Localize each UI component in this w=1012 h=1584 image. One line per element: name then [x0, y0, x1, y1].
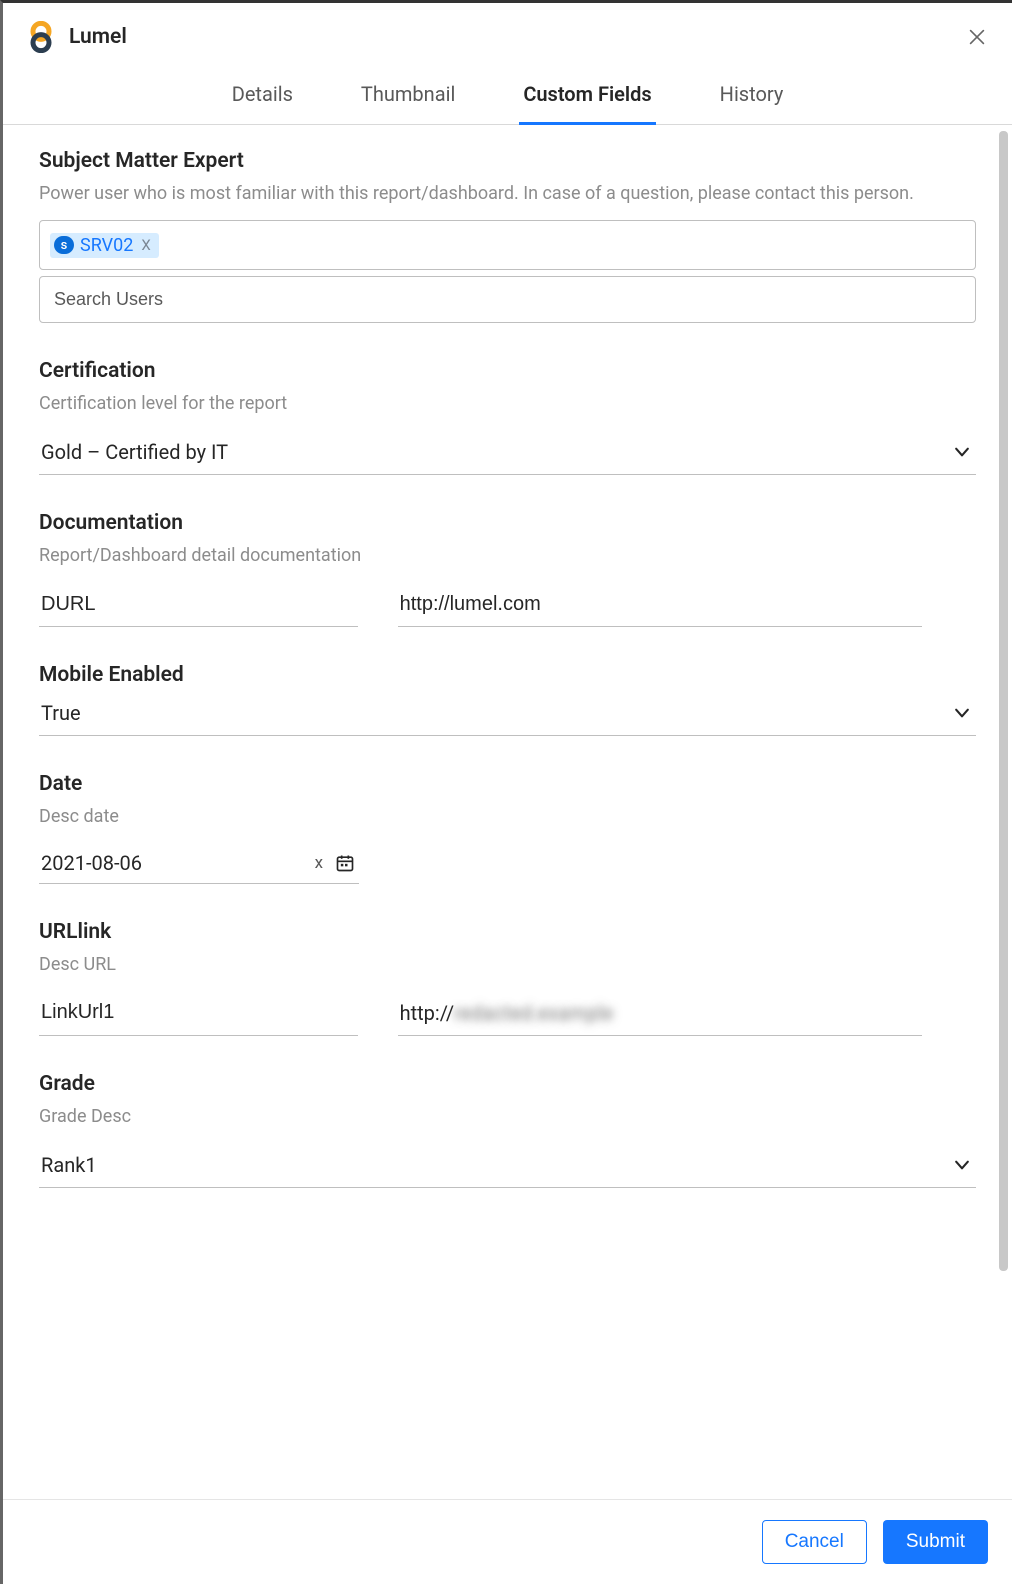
- cancel-button[interactable]: Cancel: [762, 1520, 867, 1564]
- grade-select[interactable]: Rank1: [39, 1143, 976, 1188]
- user-avatar-icon: s: [54, 236, 74, 254]
- documentation-desc: Report/Dashboard detail documentation: [39, 543, 976, 568]
- section-urllink: URLlink Desc URL http:// redacted.exampl…: [39, 920, 976, 1036]
- user-chip: s SRV02 X: [50, 233, 159, 258]
- urllink-desc: Desc URL: [39, 952, 976, 977]
- close-icon[interactable]: [966, 26, 988, 48]
- sme-title: Subject Matter Expert: [39, 149, 976, 173]
- section-sme: Subject Matter Expert Power user who is …: [39, 149, 976, 323]
- urllink-url-hidden: redacted.example: [454, 1001, 613, 1025]
- mobile-title: Mobile Enabled: [39, 663, 976, 687]
- certification-value: Gold – Certified by IT: [41, 440, 228, 464]
- section-mobile: Mobile Enabled True: [39, 663, 976, 736]
- mobile-select[interactable]: True: [39, 691, 976, 736]
- dialog-header: Lumel: [3, 3, 1012, 63]
- chevron-down-icon: [952, 442, 972, 462]
- section-grade: Grade Grade Desc Rank1: [39, 1072, 976, 1188]
- dialog-footer: Cancel Submit: [3, 1499, 1012, 1584]
- certification-desc: Certification level for the report: [39, 391, 976, 416]
- user-chip-label: SRV02: [80, 235, 133, 256]
- documentation-title: Documentation: [39, 511, 976, 535]
- urllink-title: URLlink: [39, 920, 976, 944]
- grade-value: Rank1: [41, 1153, 97, 1177]
- dialog-content: Subject Matter Expert Power user who is …: [3, 125, 1012, 1506]
- chevron-down-icon: [952, 703, 972, 723]
- section-documentation: Documentation Report/Dashboard detail do…: [39, 511, 976, 626]
- date-input[interactable]: 2021-08-06 x: [39, 843, 359, 884]
- sme-chip-container[interactable]: s SRV02 X: [39, 220, 976, 270]
- section-date: Date Desc date 2021-08-06 x: [39, 772, 976, 884]
- search-users-input[interactable]: [39, 276, 976, 323]
- section-certification: Certification Certification level for th…: [39, 359, 976, 475]
- submit-button[interactable]: Submit: [883, 1520, 988, 1564]
- tab-history[interactable]: History: [716, 64, 788, 125]
- mobile-value: True: [41, 701, 81, 725]
- app-logo-icon: [25, 21, 57, 53]
- chevron-down-icon: [952, 1155, 972, 1175]
- date-value: 2021-08-06: [41, 851, 303, 875]
- sme-desc: Power user who is most familiar with thi…: [39, 181, 976, 206]
- date-title: Date: [39, 772, 976, 796]
- date-desc: Desc date: [39, 804, 976, 829]
- certification-select[interactable]: Gold – Certified by IT: [39, 430, 976, 475]
- certification-title: Certification: [39, 359, 976, 383]
- urllink-name-input[interactable]: [39, 991, 358, 1036]
- calendar-icon[interactable]: [335, 853, 355, 873]
- date-clear-icon[interactable]: x: [315, 853, 323, 873]
- chip-remove-icon[interactable]: X: [141, 236, 150, 254]
- urllink-url-prefix: http://: [400, 1001, 455, 1025]
- header-left: Lumel: [25, 21, 127, 53]
- dialog-title: Lumel: [69, 25, 127, 49]
- grade-desc: Grade Desc: [39, 1104, 976, 1129]
- documentation-url-input[interactable]: [398, 583, 923, 627]
- tab-thumbnail[interactable]: Thumbnail: [357, 64, 459, 125]
- urllink-url-input[interactable]: http:// redacted.example: [398, 991, 923, 1036]
- tab-custom-fields[interactable]: Custom Fields: [519, 64, 655, 125]
- documentation-name-input[interactable]: [39, 583, 358, 627]
- tab-details[interactable]: Details: [228, 64, 297, 125]
- tab-bar: Details Thumbnail Custom Fields History: [3, 63, 1012, 125]
- grade-title: Grade: [39, 1072, 976, 1096]
